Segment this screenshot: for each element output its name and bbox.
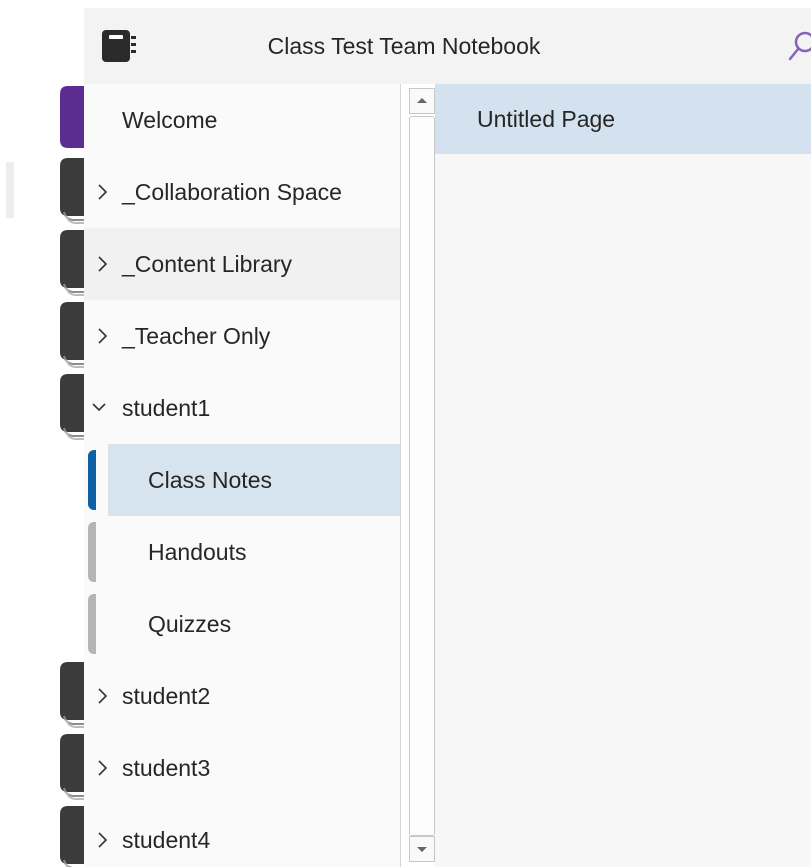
section-item-class-notes[interactable]: Class Notes bbox=[84, 444, 400, 516]
search-icon[interactable] bbox=[788, 30, 811, 64]
section-group-teacher-only[interactable]: _Teacher Only bbox=[84, 300, 400, 372]
notebook-title[interactable]: Class Test Team Notebook bbox=[84, 8, 724, 84]
section-group-student3[interactable]: student3 bbox=[84, 732, 400, 804]
section-color-tab bbox=[88, 594, 96, 654]
tab-student3[interactable] bbox=[58, 734, 84, 800]
chevron-right-icon[interactable] bbox=[94, 182, 112, 202]
section-label: student1 bbox=[122, 395, 211, 421]
section-group-student1[interactable]: student1 bbox=[84, 372, 400, 444]
tab-collaboration-space[interactable] bbox=[58, 158, 84, 224]
ghost-tab bbox=[6, 162, 14, 218]
section-label: _Teacher Only bbox=[122, 323, 271, 349]
notebook-header: Class Test Team Notebook bbox=[84, 8, 811, 84]
tab-teacher-only[interactable] bbox=[58, 302, 84, 368]
section-item-handouts[interactable]: Handouts bbox=[84, 516, 400, 588]
chevron-right-icon[interactable] bbox=[94, 830, 112, 850]
section-tab-strip bbox=[0, 84, 84, 867]
section-label: student3 bbox=[122, 755, 211, 781]
section-label: student2 bbox=[122, 683, 211, 709]
tab-student4[interactable] bbox=[58, 806, 84, 867]
section-label: _Collaboration Space bbox=[122, 179, 342, 205]
section-label: Class Notes bbox=[148, 467, 272, 493]
chevron-right-icon[interactable] bbox=[94, 758, 112, 778]
scroll-thumb[interactable] bbox=[409, 116, 435, 836]
section-list-scrollbar[interactable] bbox=[400, 84, 435, 867]
section-item-quizzes[interactable]: Quizzes bbox=[84, 588, 400, 660]
tab-welcome[interactable] bbox=[58, 86, 84, 148]
section-list: Welcome _Collaboration Space _Content Li… bbox=[84, 84, 400, 867]
section-label: Quizzes bbox=[148, 611, 232, 637]
section-label: _Content Library bbox=[122, 251, 293, 277]
scroll-up-button[interactable] bbox=[409, 88, 435, 114]
chevron-right-icon[interactable] bbox=[94, 686, 112, 706]
section-label: Welcome bbox=[122, 107, 218, 133]
onenote-app: Class Test Team Notebook Welcome _Collab… bbox=[0, 0, 811, 867]
chevron-down-icon[interactable] bbox=[90, 398, 108, 418]
chevron-right-icon[interactable] bbox=[94, 326, 112, 346]
section-item-welcome[interactable]: Welcome bbox=[84, 84, 400, 156]
tab-student1[interactable] bbox=[58, 374, 84, 440]
section-color-tab bbox=[88, 522, 96, 582]
tab-student2[interactable] bbox=[58, 662, 84, 728]
section-group-student2[interactable]: student2 bbox=[84, 660, 400, 732]
page-label: Untitled Page bbox=[477, 106, 616, 132]
section-color-tab bbox=[88, 450, 96, 510]
section-group-student4[interactable]: student4 bbox=[84, 804, 400, 867]
page-list: Untitled Page bbox=[435, 84, 811, 867]
section-group-content-library[interactable]: _Content Library bbox=[84, 228, 400, 300]
chevron-right-icon[interactable] bbox=[94, 254, 112, 274]
scroll-down-button[interactable] bbox=[409, 836, 435, 862]
section-label: Handouts bbox=[148, 539, 247, 565]
section-label: student4 bbox=[122, 827, 211, 853]
tab-content-library[interactable] bbox=[58, 230, 84, 296]
page-item-untitled[interactable]: Untitled Page bbox=[435, 84, 811, 154]
section-group-collaboration-space[interactable]: _Collaboration Space bbox=[84, 156, 400, 228]
